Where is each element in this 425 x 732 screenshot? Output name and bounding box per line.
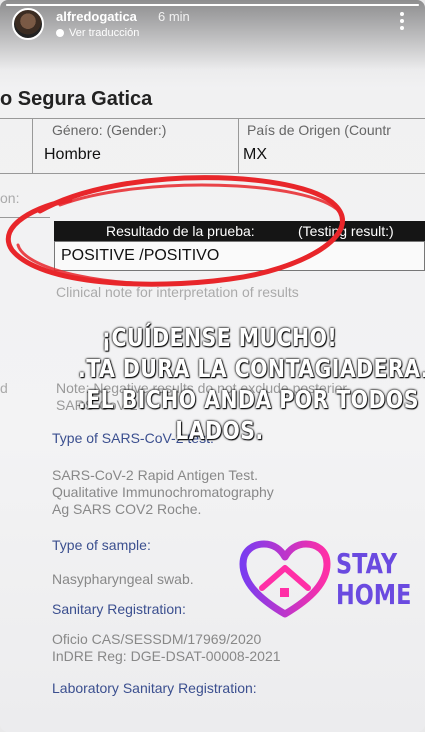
globe-icon — [56, 29, 64, 37]
overlay-line-1: ¡CUÍDENSE MUCHO! — [101, 323, 338, 352]
translate-link[interactable]: Ver traducción — [56, 27, 139, 39]
overlay-line-2: .TA DURA LA CONTAGIADERA. — [78, 354, 425, 383]
story-text-overlay: ¡CUÍDENSE MUCHO! .TA DURA LA CONTAGIADER… — [78, 322, 425, 446]
more-vertical-icon[interactable] — [397, 10, 407, 32]
heart-house-icon — [239, 540, 331, 618]
stay-text-line-2: HOME — [336, 578, 412, 611]
avatar[interactable] — [12, 8, 44, 40]
overlay-line-3: .EL BICHO ANDA POR TODOS — [78, 385, 419, 414]
stay-text-line-1: STAY — [336, 547, 398, 580]
story-header: alfredogatica 6 min Ver traducción — [12, 8, 413, 48]
stay-home-text: STAY HOME — [336, 548, 411, 610]
stay-home-sticker[interactable]: STAY HOME — [238, 540, 418, 622]
translate-label: Ver traducción — [69, 27, 140, 39]
story-progress-bar — [6, 4, 419, 6]
username[interactable]: alfredogatica — [56, 9, 137, 24]
story-viewer[interactable]: o Segura Gatica Género: (Gender:) Hombre… — [0, 0, 425, 732]
time-ago: 6 min — [158, 9, 190, 24]
overlay-line-4: LADOS. — [175, 416, 264, 445]
